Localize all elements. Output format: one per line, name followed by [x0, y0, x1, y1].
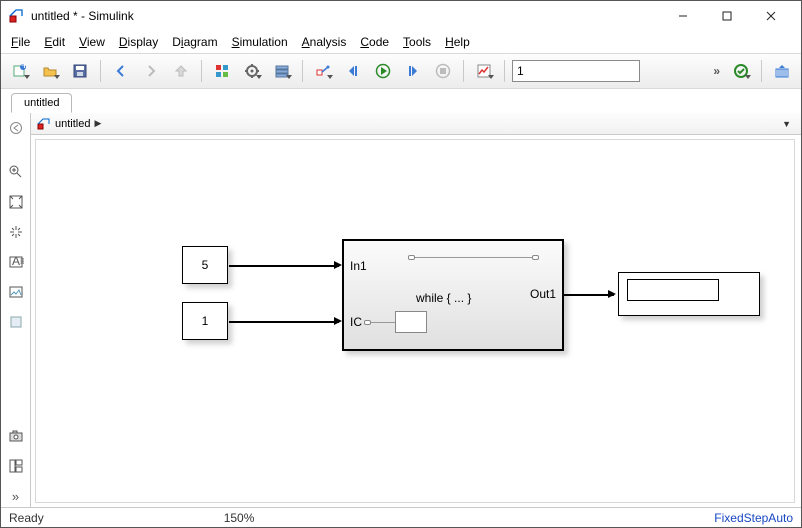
port-label-in1: In1 [350, 259, 367, 273]
display-readout [627, 279, 719, 301]
toggle-perspectives-icon[interactable] [5, 221, 27, 243]
menu-display[interactable]: Display [119, 35, 158, 49]
menu-diagram[interactable]: Diagram [172, 35, 217, 49]
block-display[interactable] [618, 272, 760, 316]
step-back-button[interactable] [340, 58, 366, 84]
breadcrumb: untitled ▶ ▼ [31, 113, 801, 135]
svg-text:+: + [21, 63, 28, 72]
back-button[interactable] [108, 58, 134, 84]
menu-view[interactable]: View [79, 35, 105, 49]
status-left: Ready [9, 511, 44, 525]
hide-browser-button[interactable] [5, 117, 27, 139]
window-title: untitled * - Simulink [31, 9, 661, 23]
wire [229, 321, 339, 323]
menubar: File Edit View Display Diagram Simulatio… [1, 31, 801, 53]
block-constant-5[interactable]: 5 [182, 246, 228, 284]
up-button[interactable] [168, 58, 194, 84]
image-icon[interactable] [5, 281, 27, 303]
close-button[interactable] [749, 2, 793, 30]
block-while-subsystem[interactable]: In1 IC Out1 while { ... } [342, 239, 564, 351]
step-forward-button[interactable] [400, 58, 426, 84]
new-model-button[interactable]: + [7, 58, 33, 84]
data-inspector-button[interactable] [471, 58, 497, 84]
toolbar: + » [1, 53, 801, 89]
status-solver[interactable]: FixedStepAuto [714, 511, 793, 525]
svg-text:A≡: A≡ [12, 254, 24, 268]
menu-code[interactable]: Code [360, 35, 389, 49]
maximize-button[interactable] [705, 2, 749, 30]
const1-value: 5 [202, 258, 209, 272]
menu-simulation[interactable]: Simulation [232, 35, 288, 49]
minimize-button[interactable] [661, 2, 705, 30]
library-browser-button[interactable] [209, 58, 235, 84]
build-button[interactable] [769, 58, 795, 84]
arrow-right-icon [334, 317, 342, 325]
status-zoom: 150% [44, 511, 715, 525]
model-icon [37, 117, 51, 131]
tabs: untitled [1, 89, 801, 113]
area-icon[interactable] [5, 311, 27, 333]
menu-analysis[interactable]: Analysis [302, 35, 347, 49]
menu-edit[interactable]: Edit [44, 35, 65, 49]
palette-bar: A≡ » [1, 113, 31, 507]
chevron-right-icon[interactable]: ▶ [94, 118, 101, 129]
open-button[interactable] [37, 58, 63, 84]
stop-button[interactable] [430, 58, 456, 84]
port-label-out1: Out1 [530, 287, 556, 301]
simulink-icon [9, 8, 25, 24]
save-button[interactable] [67, 58, 93, 84]
wire [229, 265, 339, 267]
model-canvas[interactable]: 5 1 In1 IC Out1 while { ... } [35, 139, 795, 503]
arrow-right-icon [608, 290, 616, 298]
crumb-root[interactable]: untitled [55, 118, 90, 130]
forward-button[interactable] [138, 58, 164, 84]
block-constant-1[interactable]: 1 [182, 302, 228, 340]
titlebar: untitled * - Simulink [1, 1, 801, 31]
tab-untitled[interactable]: untitled [11, 93, 72, 113]
menu-file[interactable]: File [11, 35, 30, 49]
model-browser-icon[interactable] [5, 455, 27, 477]
const2-value: 1 [202, 314, 209, 328]
toolbar-overflow[interactable]: » [709, 64, 724, 78]
wire [564, 294, 614, 296]
port-label-ic: IC [350, 315, 362, 329]
update-diagram-button[interactable] [728, 58, 754, 84]
menu-tools[interactable]: Tools [403, 35, 431, 49]
stop-time-input[interactable] [512, 60, 640, 82]
zoom-in-icon[interactable] [5, 161, 27, 183]
annotation-icon[interactable]: A≡ [5, 251, 27, 273]
model-explorer-button[interactable] [269, 58, 295, 84]
breadcrumb-dropdown[interactable]: ▼ [782, 119, 795, 129]
screenshot-icon[interactable] [5, 425, 27, 447]
status-bar: Ready 150% FixedStepAuto [1, 507, 801, 527]
expand-right-icon[interactable]: » [5, 485, 27, 507]
stepping-options-button[interactable] [310, 58, 336, 84]
model-configuration-button[interactable] [239, 58, 265, 84]
arrow-right-icon [334, 261, 342, 269]
fit-to-view-icon[interactable] [5, 191, 27, 213]
run-button[interactable] [370, 58, 396, 84]
menu-help[interactable]: Help [445, 35, 470, 49]
subsystem-caption: while { ... } [416, 291, 471, 305]
